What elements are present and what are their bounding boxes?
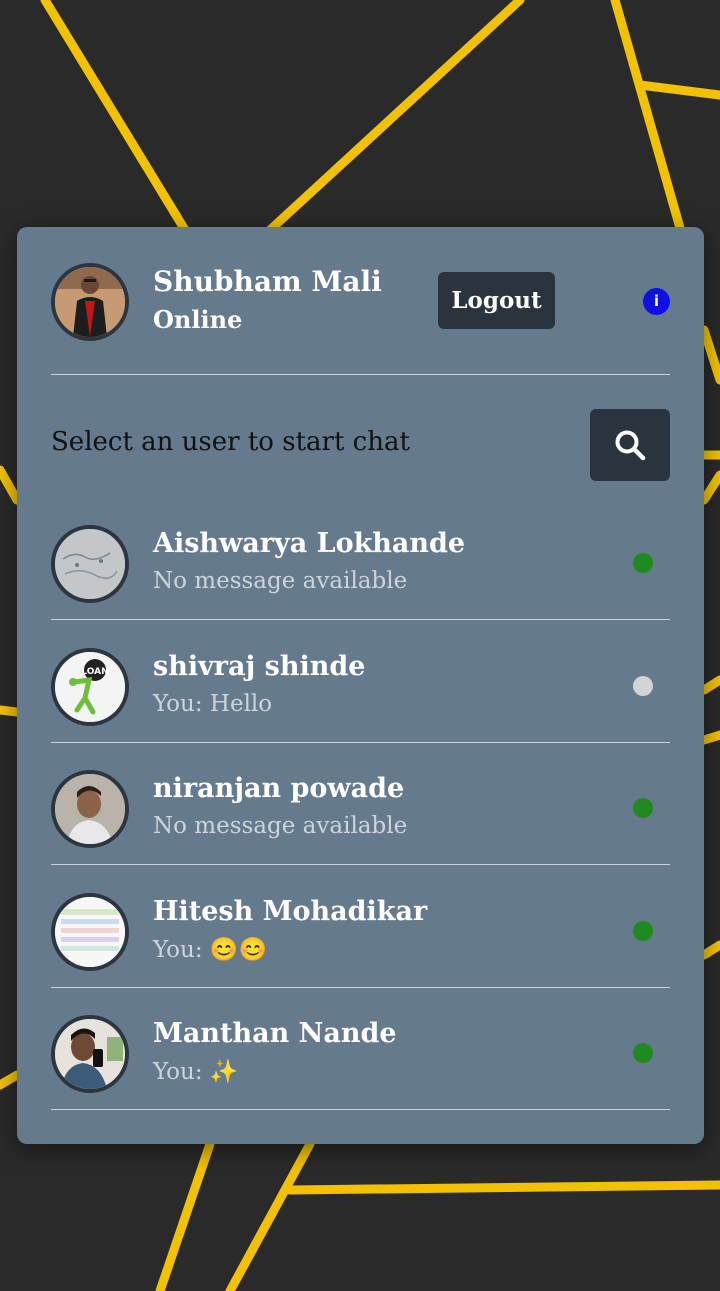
logout-button[interactable]: Logout (438, 272, 555, 329)
user-avatar (51, 893, 129, 971)
row-divider (51, 619, 670, 620)
user-avatar (51, 525, 129, 603)
current-user-avatar (51, 263, 129, 341)
user-photo: LOAN (55, 652, 125, 722)
select-user-prompt: Select an user to start chat (51, 427, 410, 457)
search-icon (615, 430, 646, 461)
header-divider (51, 374, 670, 375)
online-status-dot (633, 798, 653, 818)
user-list-item[interactable]: LOAN shivraj shinde You: Hello (51, 643, 670, 765)
user-photo (55, 774, 125, 844)
user-name: Aishwarya Lokhande (153, 528, 466, 559)
user-name: Hitesh Mohadikar (153, 896, 428, 927)
info-icon[interactable]: i (643, 288, 670, 315)
user-last-message: You: 😊😊 (153, 937, 268, 963)
svg-text:LOAN: LOAN (81, 667, 108, 677)
offline-status-dot (633, 676, 653, 696)
user-name: niranjan powade (153, 773, 405, 804)
online-status-dot (633, 921, 653, 941)
user-avatar (51, 1015, 129, 1093)
user-last-message: No message available (153, 813, 408, 839)
row-divider (51, 742, 670, 743)
user-photo (55, 529, 125, 599)
user-name: Manthan Nande (153, 1018, 397, 1049)
current-user-name: Shubham Mali (153, 265, 382, 298)
search-button[interactable] (590, 409, 670, 481)
user-photo (55, 897, 125, 967)
user-last-message: No message available (153, 568, 408, 594)
current-user-photo (55, 267, 125, 337)
user-list-item[interactable]: niranjan powade No message available (51, 765, 670, 887)
user-list-item[interactable]: Aishwarya Lokhande No message available (51, 520, 670, 642)
current-user-header: Shubham Mali Online Logout i (51, 263, 670, 341)
user-list-item[interactable]: Manthan Nande You: ✨ (51, 1010, 670, 1132)
online-status-dot (633, 1043, 653, 1063)
user-list-item[interactable]: Hitesh Mohadikar You: 😊😊 (51, 888, 670, 1010)
user-avatar: LOAN (51, 648, 129, 726)
user-name: shivraj shinde (153, 651, 366, 682)
row-divider (51, 864, 670, 865)
row-divider (51, 987, 670, 988)
chat-user-panel: Shubham Mali Online Logout i Select an u… (17, 227, 704, 1144)
user-avatar (51, 770, 129, 848)
current-user-status: Online (153, 305, 243, 334)
user-last-message: You: ✨ (153, 1059, 239, 1085)
user-last-message: You: Hello (153, 691, 273, 717)
row-divider (51, 1109, 670, 1110)
online-status-dot (633, 553, 653, 573)
user-photo (55, 1019, 125, 1089)
